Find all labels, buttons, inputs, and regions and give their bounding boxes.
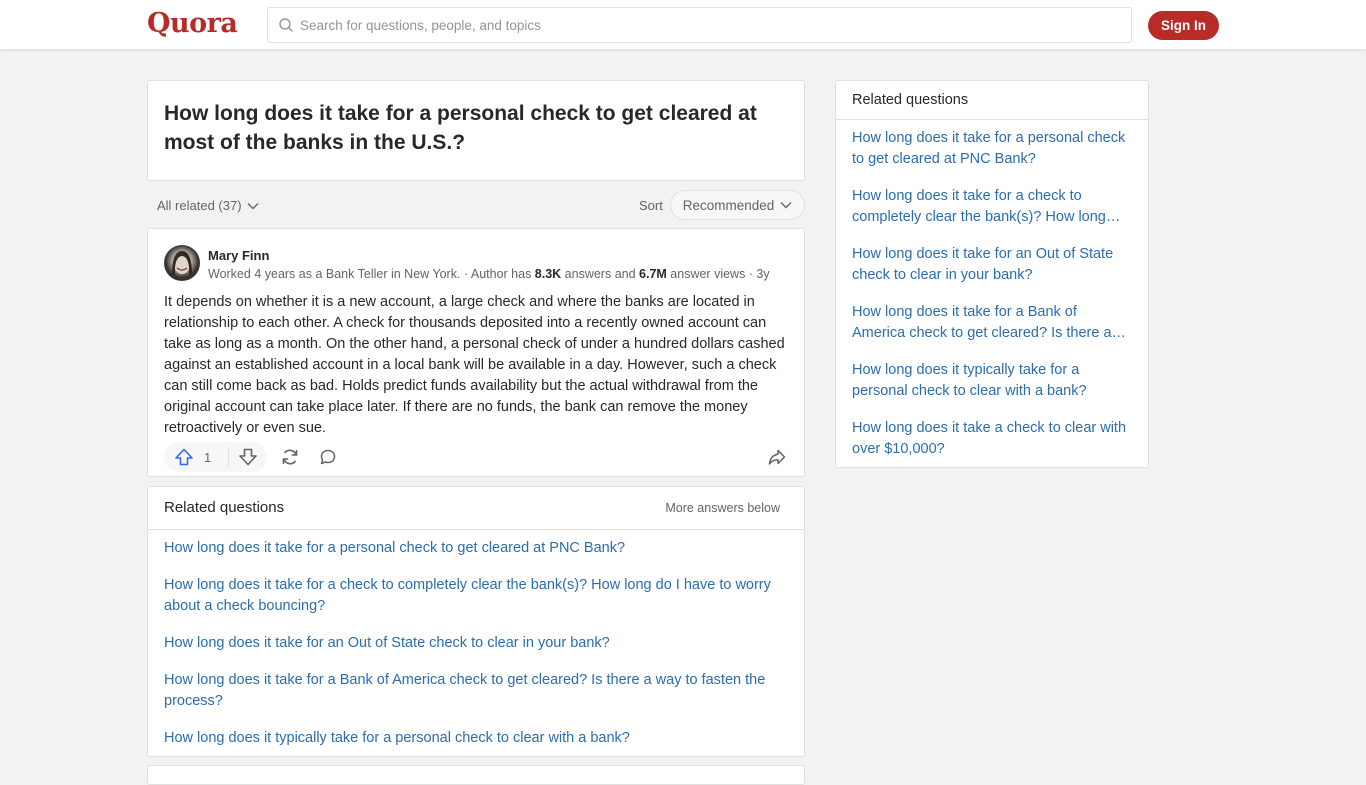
credential-text: Worked 4 years as a Bank Teller in New Y… xyxy=(208,267,535,281)
chevron-down-icon xyxy=(247,202,259,209)
views-count: 6.7M xyxy=(639,267,667,281)
answer-card: Mary Finn Worked 4 years as a Bank Telle… xyxy=(147,228,805,477)
top-navigation-bar: Quora Sign In xyxy=(0,0,1366,50)
related-questions-header: Related questions More answers below xyxy=(148,487,804,530)
search-input[interactable] xyxy=(300,17,1080,33)
sidebar-question-link[interactable]: How long does it take a check to clear w… xyxy=(852,418,1132,460)
upvote-button[interactable]: 1 xyxy=(164,442,228,472)
downvote-button[interactable] xyxy=(229,442,267,472)
sidebar-title: Related questions xyxy=(852,92,969,108)
sidebar-question-link[interactable]: How long does it typically take for a pe… xyxy=(852,360,1132,402)
author-name[interactable]: Mary Finn xyxy=(208,248,269,263)
vote-pill: 1 xyxy=(164,442,267,472)
related-question-link[interactable]: How long does it take for a personal che… xyxy=(164,538,790,559)
all-related-label: All related (37) xyxy=(157,198,242,213)
related-questions-list: How long does it take for a personal che… xyxy=(148,530,804,749)
forward-button[interactable] xyxy=(762,442,792,472)
sidebar-question-link[interactable]: How long does it take for a check to com… xyxy=(852,186,1132,228)
upvote-count: 1 xyxy=(204,449,212,465)
share-arrow-icon xyxy=(768,449,786,465)
sidebar-question-link[interactable]: How long does it take for a Bank of Amer… xyxy=(852,302,1132,344)
sidebar-list: How long does it take for a personal che… xyxy=(836,120,1148,460)
person-photo-icon xyxy=(172,251,192,275)
credential-text: answer views · 3y xyxy=(666,267,770,281)
search-icon xyxy=(279,18,293,32)
related-questions-sidebar: Related questions How long does it take … xyxy=(835,80,1149,468)
related-question-link[interactable]: How long does it take for a Bank of Amer… xyxy=(164,670,790,712)
comment-button[interactable] xyxy=(313,442,343,472)
question-card: How long does it take for a personal che… xyxy=(147,80,805,181)
all-related-dropdown[interactable]: All related (37) xyxy=(157,198,259,213)
chevron-down-icon xyxy=(780,202,792,209)
comment-icon xyxy=(320,449,336,465)
author-avatar[interactable] xyxy=(164,245,200,281)
sidebar-question-link[interactable]: How long does it take for an Out of Stat… xyxy=(852,244,1132,286)
answers-count: 8.3K xyxy=(534,267,562,281)
related-question-link[interactable]: How long does it take for a check to com… xyxy=(164,575,790,617)
credential-text: answers and xyxy=(561,267,640,281)
sort-value: Recommended xyxy=(682,197,775,213)
sign-in-button[interactable]: Sign In xyxy=(1148,11,1219,40)
upvote-icon xyxy=(175,448,193,466)
search-box[interactable] xyxy=(267,7,1132,43)
sidebar-question-link[interactable]: How long does it take for a personal che… xyxy=(852,128,1132,170)
question-title: How long does it take for a personal che… xyxy=(164,102,757,154)
related-question-link[interactable]: How long does it typically take for a pe… xyxy=(164,728,790,749)
answer-body: It depends on whether it is a new accoun… xyxy=(164,294,785,436)
sidebar-header: Related questions xyxy=(836,81,1148,120)
sort-dropdown[interactable]: Recommended xyxy=(670,190,805,220)
share-rotate-icon xyxy=(282,449,298,465)
more-answers-below: More answers below xyxy=(665,501,780,515)
related-question-link[interactable]: How long does it take for an Out of Stat… xyxy=(164,633,790,654)
related-questions-title: Related questions xyxy=(164,499,285,516)
share-button[interactable] xyxy=(275,442,305,472)
downvote-icon xyxy=(239,448,257,466)
related-questions-inline: Related questions More answers below How… xyxy=(147,486,805,757)
sort-label: Sort xyxy=(639,198,663,213)
answer-actions: 1 xyxy=(164,442,790,472)
next-answer-card xyxy=(147,765,805,785)
answer-filter-row: All related (37) Sort Recommended xyxy=(147,190,805,220)
author-credential: Worked 4 years as a Bank Teller in New Y… xyxy=(208,267,770,281)
quora-logo[interactable]: Quora xyxy=(147,8,238,39)
